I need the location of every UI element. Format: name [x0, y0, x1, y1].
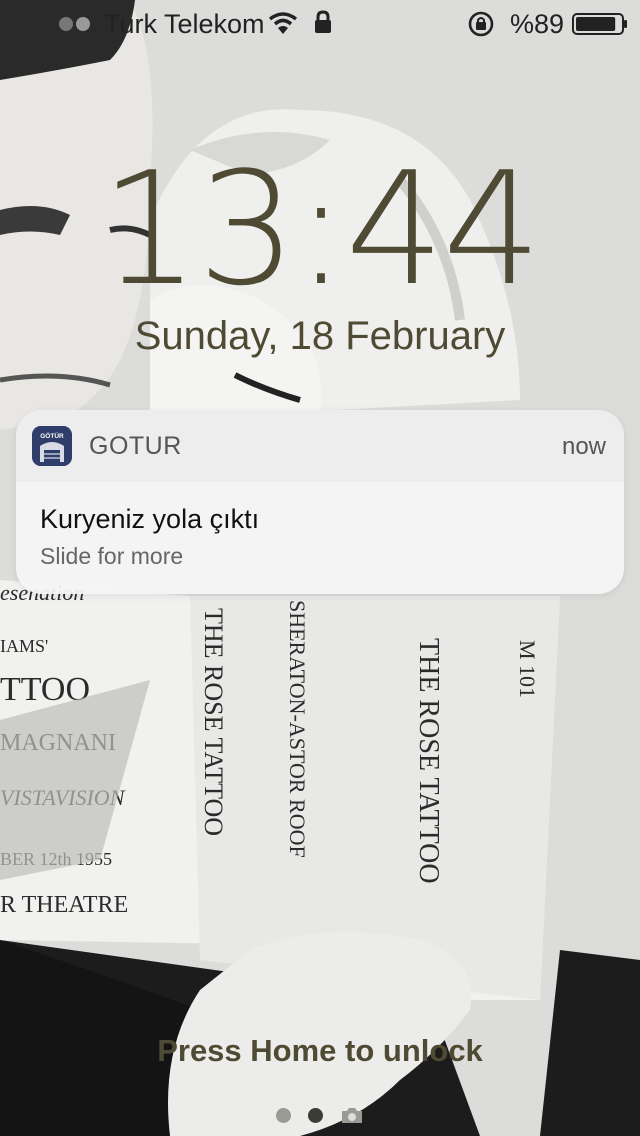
svg-text:THE ROSE TATTOO: THE ROSE TATTOO: [199, 608, 228, 836]
status-bar: Turk Telekom %89: [0, 0, 640, 48]
battery-icon: [572, 13, 627, 35]
lock-screen-clock: 13:44: [100, 138, 542, 320]
lock-screen-date: Sunday, 18 February: [134, 314, 506, 358]
notification-time: now: [561, 433, 606, 460]
svg-text:R THEATRE: R THEATRE: [0, 892, 128, 918]
notification-card[interactable]: GÖTÜR GOTUR now Kuryeniz yola çıktı Slid…: [16, 410, 624, 594]
page-dot-2[interactable]: [308, 1107, 323, 1123]
svg-text:SHERATON-ASTOR ROOF: SHERATON-ASTOR ROOF: [285, 600, 310, 858]
press-home-to-unlock: Press Home to unlock: [157, 1033, 483, 1068]
rotation-lock-icon: [468, 11, 494, 37]
notification-app-name: GOTUR: [89, 432, 182, 460]
svg-text:M 101: M 101: [515, 640, 540, 698]
page-indicator[interactable]: [0, 1106, 640, 1124]
svg-text:THE ROSE TATTOO: THE ROSE TATTOO: [413, 638, 444, 884]
battery-percentage: %89: [510, 9, 565, 39]
camera-icon[interactable]: [340, 1106, 364, 1124]
app-icon-text: GÖTÜR: [40, 431, 64, 440]
svg-text:IAMS': IAMS': [0, 636, 48, 656]
carrier-name: Turk Telekom: [104, 9, 265, 39]
lock-icon: [315, 10, 331, 33]
wifi-icon: [268, 12, 298, 34]
notification-header: GÖTÜR GOTUR now: [16, 410, 624, 482]
page-dot-1[interactable]: [276, 1107, 291, 1123]
gotur-app-icon: GÖTÜR: [32, 426, 72, 466]
notification-title: Kuryeniz yola çıktı: [40, 504, 260, 534]
notification-subtitle: Slide for more: [40, 543, 184, 569]
signal-strength-icon: [8, 17, 90, 31]
